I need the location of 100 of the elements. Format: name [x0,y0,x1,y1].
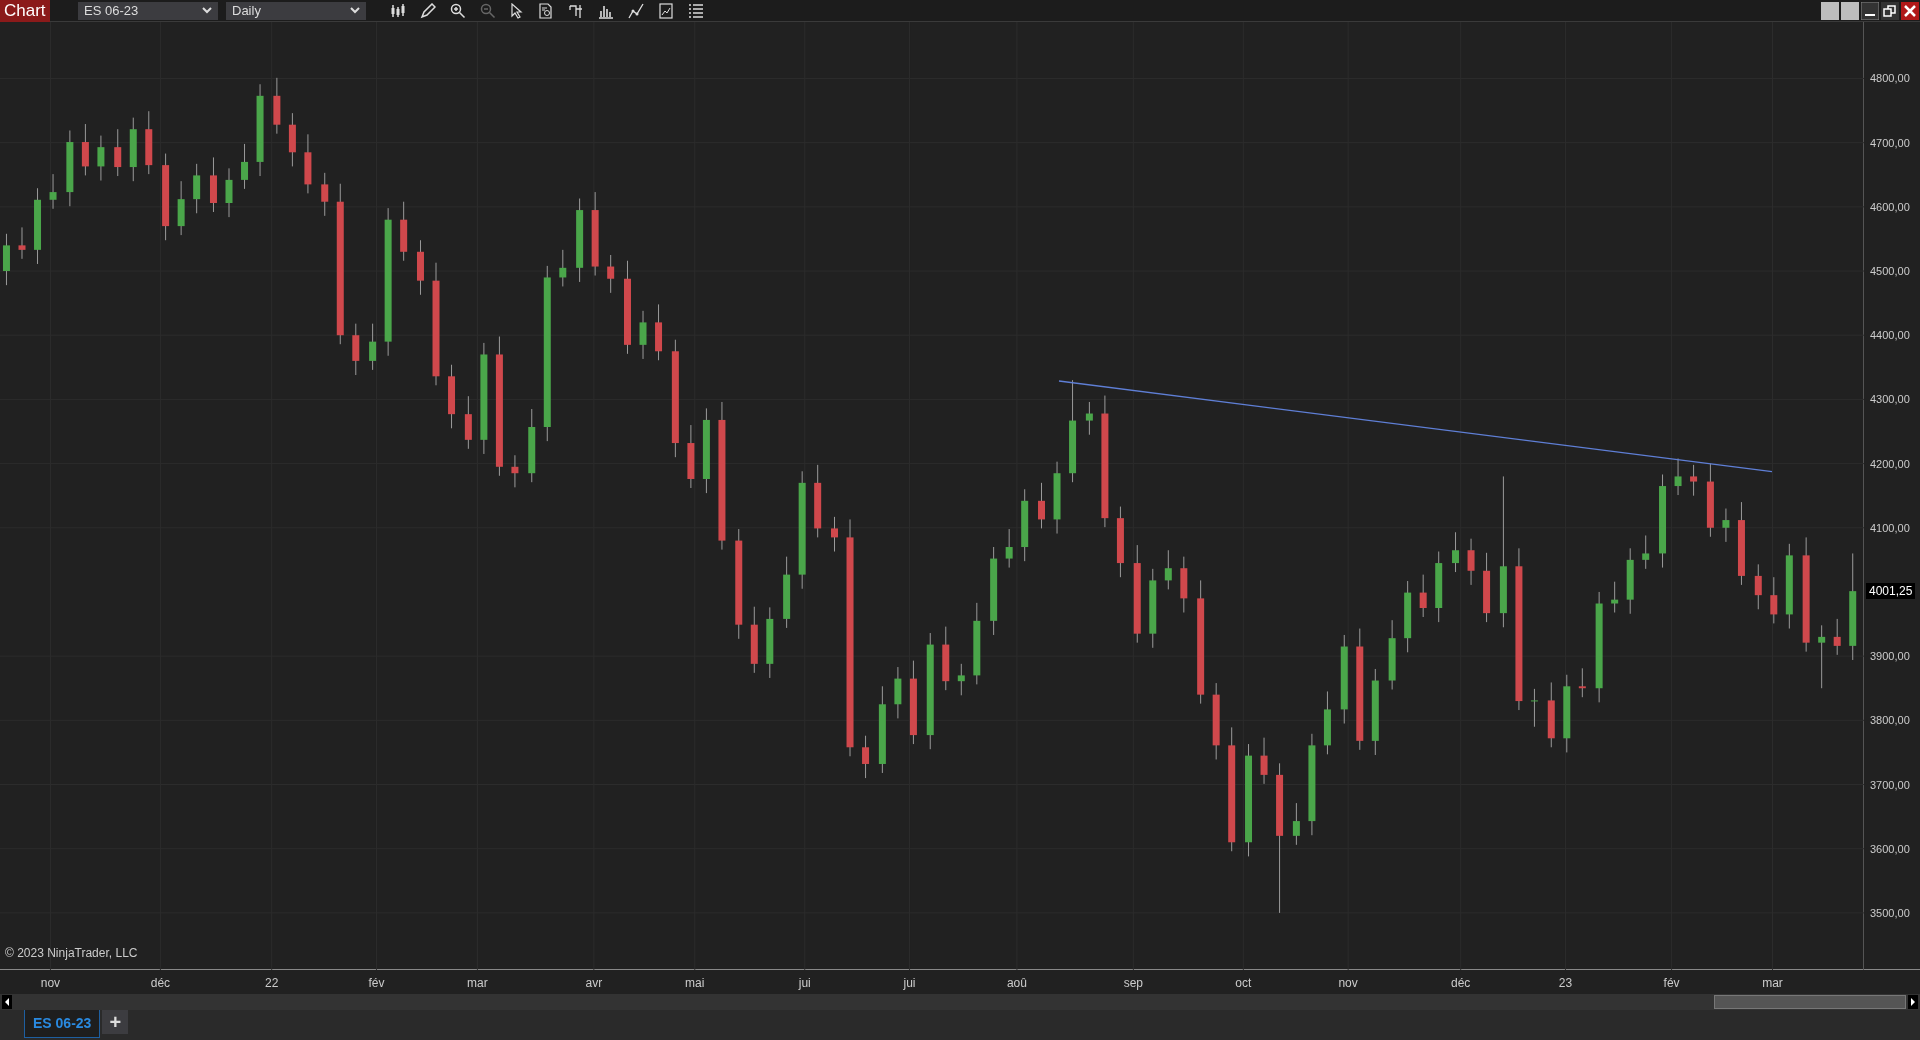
candlestick [400,201,408,262]
candlestick [1038,482,1045,529]
chart-settings-icon[interactable] [658,2,674,19]
candlestick [1260,737,1268,785]
pencil-icon[interactable] [420,2,436,19]
candlestick [1722,508,1730,543]
pointer-icon[interactable] [510,2,524,19]
candlestick [1611,581,1619,613]
candlestick [145,110,153,175]
zoom-in-icon[interactable] [450,2,466,19]
candlestick [1818,624,1826,689]
interval-dropdown[interactable]: Daily [226,1,366,20]
candlestick [750,606,758,674]
candlestick [639,310,647,360]
close-icon[interactable] [1901,1,1919,20]
candlestick [1085,401,1093,436]
zoom-out-icon[interactable] [480,2,496,19]
candlestick [894,666,902,719]
candlestick [687,424,695,489]
price-label: 3800,00 [1870,714,1910,728]
price-label: 3500,00 [1870,906,1910,920]
candlestick [655,303,663,361]
candlestick [1180,556,1188,613]
candlestick [1530,688,1538,728]
date-label: sep [1123,975,1144,992]
candlestick [18,226,26,260]
candlestick [511,454,519,488]
minimize-icon[interactable] [1861,1,1879,20]
candlestick-icon[interactable] [390,2,406,19]
copyright-text: © 2023 NinjaTrader, LLC [5,945,138,962]
candlestick [193,163,201,214]
date-label: mar [467,975,488,992]
date-label: nov [1338,975,1358,992]
window-button[interactable] [1841,1,1859,20]
price-label: 4400,00 [1870,329,1910,343]
price-label: 4200,00 [1870,457,1910,471]
candlestick [304,133,312,194]
candlestick [1674,457,1682,496]
scroll-right-icon[interactable] [1908,995,1918,1009]
document-search-icon[interactable] [538,2,554,19]
date-label: nov [40,975,61,992]
candlestick [1452,531,1460,573]
candlestick [862,735,870,779]
add-tab-button[interactable]: + [102,1010,129,1034]
last-price-label: 4001,25 [1866,583,1916,600]
date-label: fév [368,975,385,992]
candlestick [1005,528,1013,569]
candlestick [352,323,360,376]
date-label: jui [903,975,916,992]
candlestick [1419,574,1427,618]
date-label: fév [1663,975,1680,992]
instrument-dropdown[interactable]: ES 06-23 [78,1,218,20]
candlestick [1770,576,1778,624]
restore-icon[interactable] [1881,1,1899,20]
candlestick [369,323,377,371]
candlestick [1626,547,1634,615]
date-label: déc [1451,975,1471,992]
candlestick [417,239,424,296]
candlestick [1388,619,1396,690]
candlestick [1642,534,1650,570]
chart-tab[interactable]: ES 06-23 [24,1010,101,1038]
chevron-down-icon [350,7,360,14]
candlestick [49,173,57,210]
window-title: Chart [0,0,50,22]
date-label: déc [150,975,171,992]
candlestick [97,135,105,182]
candlestick [1435,551,1443,623]
date-label: mai [685,975,705,992]
candlestick [129,117,137,182]
candlestick [559,249,567,287]
candlestick [448,364,456,429]
chevron-down-icon [202,7,212,14]
window-button[interactable] [1821,1,1839,20]
price-label: 4300,00 [1870,393,1910,407]
date-label: mar [1762,975,1783,992]
scroll-left-icon[interactable] [2,995,12,1009]
date-label: avr [585,975,603,992]
candlestick [1323,690,1331,755]
price-label: 4800,00 [1870,72,1910,86]
price-label: 3700,00 [1870,778,1910,792]
candlestick [288,112,296,167]
candlestick [1754,563,1762,610]
candlestick [241,143,249,190]
price-label: 3600,00 [1870,842,1910,856]
candlestick [1467,538,1475,586]
candlestick [114,128,122,177]
scrollbar-thumb[interactable] [1714,995,1906,1009]
bracket-icon[interactable] [568,2,584,19]
price-label: 3900,00 [1870,650,1910,664]
candlestick [607,254,615,294]
date-label: 23 [1558,975,1573,992]
candlestick [1164,549,1172,590]
candlestick [225,167,233,218]
candlestick [1690,464,1698,497]
candlestick [321,172,329,217]
line-chart-icon[interactable] [628,2,644,19]
candlestick [210,156,217,213]
price-label: 4600,00 [1870,200,1910,214]
price-label: 4500,00 [1870,265,1910,279]
list-icon[interactable] [688,2,704,19]
